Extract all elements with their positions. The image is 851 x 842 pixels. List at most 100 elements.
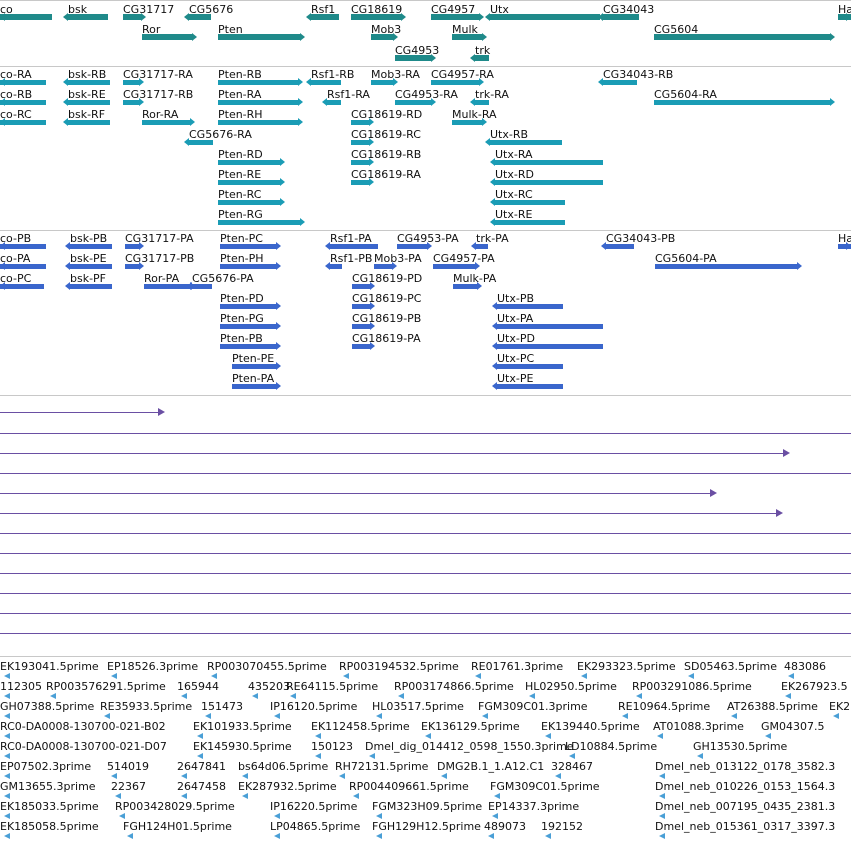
protein-bar[interactable] [606,244,634,249]
est-label[interactable]: 165944 [177,680,219,693]
est-label[interactable]: RH72131.5prime [335,760,428,773]
transcript-bar[interactable] [0,100,46,105]
est-label[interactable]: RE35933.5prime [100,700,192,713]
protein-bar[interactable] [70,284,112,289]
est-label[interactable]: LP04865.5prime [270,820,360,833]
protein-bar[interactable] [374,264,392,269]
est-label[interactable]: FGM323H09.5prime [372,800,482,813]
protein-bar[interactable] [453,284,477,289]
est-label[interactable]: RC0-DA0008-130700-021-B02 [0,720,166,733]
protein-bar[interactable] [144,284,190,289]
gene-bar[interactable] [311,14,339,20]
est-label[interactable]: RC0-DA0008-130700-021-D07 [0,740,167,753]
est-label[interactable]: RP003194532.5prime [339,660,459,673]
est-label[interactable]: EK2 [829,700,850,713]
est-label[interactable]: RP003174866.5prime [394,680,514,693]
protein-bar[interactable] [125,244,139,249]
est-label[interactable]: EK112458.5prime [311,720,410,733]
protein-bar[interactable] [232,364,276,369]
transcript-bar[interactable] [351,120,369,125]
trace-line[interactable] [0,433,851,434]
gene-bar[interactable] [490,14,600,20]
transcript-bar[interactable] [123,80,139,85]
est-label[interactable]: RP004409661.5prime [349,780,469,793]
est-label[interactable]: GH13530.5prime [693,740,787,753]
est-label[interactable]: Dmel_neb_013122_0178_3582.3 [655,760,835,773]
gene-bar[interactable] [123,14,141,20]
est-label[interactable]: bs64d06.5prime [238,760,328,773]
transcript-bar[interactable] [351,180,369,185]
est-label[interactable]: HL03517.5prime [372,700,464,713]
protein-bar[interactable] [220,244,276,249]
trace-line[interactable] [0,553,851,554]
est-label[interactable]: EP14337.3prime [488,800,579,813]
transcript-bar[interactable] [431,80,479,85]
protein-bar[interactable] [70,244,112,249]
est-label[interactable]: 483086 [784,660,826,673]
est-label[interactable]: Dmel_dig_014412_0598_1550.3prime [365,740,574,753]
protein-bar[interactable] [330,244,378,249]
protein-bar[interactable] [655,264,797,269]
est-label[interactable]: RP003291086.5prime [632,680,752,693]
transcript-bar[interactable] [142,120,190,125]
protein-bar[interactable] [0,264,46,269]
transcript-bar[interactable] [218,220,300,225]
est-label[interactable]: 435203 [248,680,290,693]
trace-line[interactable] [0,412,160,413]
est-label[interactable]: RE64115.5prime [286,680,378,693]
protein-bar[interactable] [220,304,276,309]
gene-bar[interactable] [395,55,431,61]
est-label[interactable]: EK293323.5prime [577,660,676,673]
est-label[interactable]: AT26388.5prime [727,700,818,713]
est-label[interactable]: GM13655.3prime [0,780,96,793]
protein-bar[interactable] [352,344,370,349]
est-label[interactable]: EK193041.5prime [0,660,99,673]
transcript-bar[interactable] [311,80,341,85]
est-label[interactable]: EK139440.5prime [541,720,640,733]
est-label[interactable]: EK287932.5prime [238,780,337,793]
est-label[interactable]: 112305 [0,680,42,693]
transcript-bar[interactable] [218,120,298,125]
gene-bar[interactable] [0,14,52,20]
transcript-bar[interactable] [490,140,562,145]
protein-bar[interactable] [352,284,370,289]
transcript-bar[interactable] [654,100,830,105]
protein-bar[interactable] [497,304,563,309]
est-label[interactable]: EK185033.5prime [0,800,99,813]
protein-bar[interactable] [0,284,44,289]
transcript-bar[interactable] [327,100,341,105]
transcript-bar[interactable] [123,100,139,105]
est-label[interactable]: EK267923.5 [781,680,848,693]
transcript-bar[interactable] [495,200,565,205]
protein-bar[interactable] [497,324,603,329]
transcript-bar[interactable] [218,80,298,85]
trace-line[interactable] [0,573,851,574]
est-label[interactable]: 2647458 [177,780,226,793]
est-label[interactable]: 489073 [484,820,526,833]
est-label[interactable]: 22367 [111,780,146,793]
transcript-bar[interactable] [495,220,565,225]
gene-bar[interactable] [142,34,192,40]
transcript-bar[interactable] [452,120,482,125]
protein-bar[interactable] [125,264,139,269]
est-label[interactable]: 2647841 [177,760,226,773]
est-label[interactable]: 151473 [201,700,243,713]
est-label[interactable]: EK101933.5prime [193,720,292,733]
trace-line[interactable] [0,473,851,474]
est-label[interactable]: Dmel_neb_007195_0435_2381.3 [655,800,835,813]
transcript-bar[interactable] [218,180,280,185]
protein-bar[interactable] [352,324,370,329]
gene-bar[interactable] [431,14,479,20]
gene-bar[interactable] [68,14,108,20]
est-label[interactable]: LD10884.5prime [565,740,657,753]
protein-bar[interactable] [220,344,276,349]
est-label[interactable]: IP16220.5prime [270,800,357,813]
transcript-bar[interactable] [475,100,489,105]
est-label[interactable]: RP003428029.5prime [115,800,235,813]
est-label[interactable]: AT01088.3prime [653,720,744,733]
trace-line[interactable] [0,493,712,494]
gene-bar[interactable] [189,14,211,20]
est-label[interactable]: FGM309C01.3prime [478,700,588,713]
transcript-bar[interactable] [351,140,369,145]
est-label[interactable]: FGH124H01.5prime [123,820,232,833]
